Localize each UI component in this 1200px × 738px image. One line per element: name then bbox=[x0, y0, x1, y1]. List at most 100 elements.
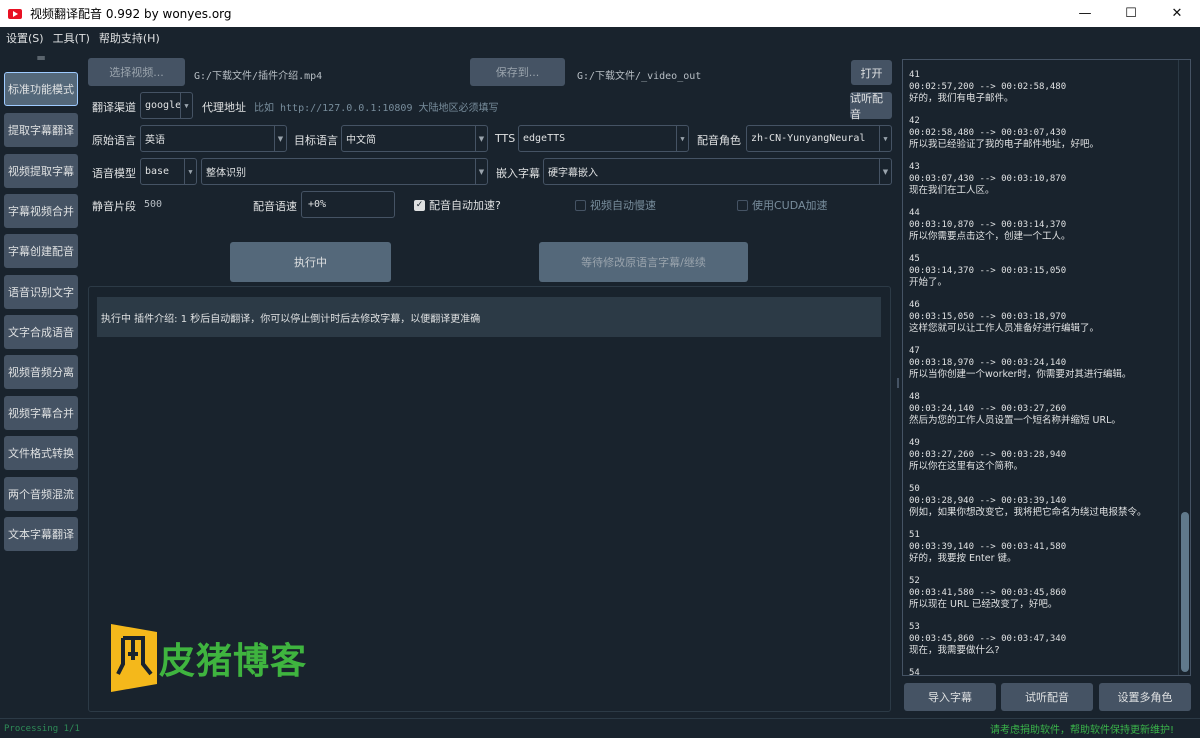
subtitle-idx: 51 bbox=[909, 530, 920, 540]
minimize-button[interactable]: — bbox=[1062, 0, 1108, 27]
auto-speed-checkbox[interactable]: ✓ 配音自动加速? bbox=[414, 197, 501, 213]
subtitle-entry: 53 00:03:45,860 --> 00:03:47,340 现在，我需要做什么… bbox=[909, 622, 1184, 657]
sidebar-item-extract-translate[interactable]: 提取字幕翻译 bbox=[4, 113, 78, 147]
sidebar-item-audio-mix[interactable]: 两个音频混流 bbox=[4, 477, 78, 511]
recognition-mode-select[interactable]: 整体识别 ▼ bbox=[201, 158, 488, 185]
target-language-select[interactable]: 中文简 ▼ bbox=[341, 125, 488, 152]
voice-role-label: 配音角色 bbox=[697, 134, 741, 147]
dub-speed-label: 配音语速 bbox=[253, 200, 297, 213]
dub-speed-input[interactable]: +0% bbox=[301, 191, 395, 218]
source-language-select[interactable]: 英语 ▼ bbox=[140, 125, 287, 152]
video-slow-checkbox[interactable]: 视频自动慢速 bbox=[575, 197, 656, 213]
save-path: G:/下载文件/_video_out bbox=[577, 71, 702, 82]
subtitle-time: 00:03:27,260 --> 00:03:28,940 bbox=[909, 449, 1067, 460]
panel-splitter[interactable] bbox=[895, 58, 901, 712]
sidebar-item-subs-video-merge[interactable]: 字幕视频合并 bbox=[4, 194, 78, 228]
sidebar-item-format-convert[interactable]: 文件格式转换 bbox=[4, 436, 78, 470]
subtitle-idx: 45 bbox=[909, 254, 920, 264]
subtitle-idx: 48 bbox=[909, 392, 920, 402]
chevron-down-icon: ▼ bbox=[879, 159, 891, 184]
subtitle-idx: 43 bbox=[909, 162, 920, 172]
silence-input[interactable]: 500 bbox=[144, 199, 162, 210]
sidebar-grip-icon[interactable]: ═ bbox=[0, 50, 82, 66]
video-slow-label: 视频自动慢速 bbox=[590, 199, 656, 212]
speech-model-select[interactable]: base ▼ bbox=[140, 158, 197, 185]
subtitle-entry: 47 00:03:18,970 --> 00:03:24,140 所以当你创建一个w… bbox=[909, 346, 1184, 381]
log-text: 执行中 插件介绍: 1 秒后自动翻译，你可以停止倒计时后去修改字幕，以便翻译更准… bbox=[101, 313, 481, 325]
menu-bar: 设置(S) 工具(T) 帮助支持(H) bbox=[0, 27, 1200, 49]
sidebar-item-text-to-speech[interactable]: 文字合成语音 bbox=[4, 315, 78, 349]
subtitle-text: 然后为您的工作人员设置一个短名称并缩短 URL。 bbox=[909, 415, 1121, 426]
voice-role-value: zh-CN-YunyangNeural bbox=[751, 133, 866, 144]
translate-channel-select[interactable]: google ▼ bbox=[140, 92, 193, 119]
proxy-input[interactable]: 比如 http://127.0.0.1:10809 大陆地区必须填写 bbox=[254, 99, 499, 114]
sidebar-item-video-extract-subs[interactable]: 视频提取字幕 bbox=[4, 154, 78, 188]
menu-help[interactable]: 帮助支持(H) bbox=[96, 30, 163, 46]
subtitle-idx: 41 bbox=[909, 70, 920, 80]
subtitle-entry: 50 00:03:28,940 --> 00:03:39,140 例如，如果你想改变… bbox=[909, 484, 1184, 519]
chevron-down-icon: ▼ bbox=[475, 126, 487, 151]
cuda-checkbox[interactable]: 使用CUDA加速 bbox=[737, 197, 828, 213]
subtitle-entry: 42 00:02:58,480 --> 00:03:07,430 所以我已经验证了我… bbox=[909, 116, 1184, 151]
select-video-button[interactable]: 选择视频... bbox=[88, 58, 185, 86]
maximize-button[interactable]: ☐ bbox=[1108, 0, 1154, 27]
chevron-down-icon: ▼ bbox=[879, 126, 891, 151]
subtitle-time: 00:03:10,870 --> 00:03:14,370 bbox=[909, 219, 1067, 230]
subtitle-text: 所以当你创建一个worker时，你需要对其进行编辑。 bbox=[909, 369, 1132, 380]
checkbox-empty-icon bbox=[575, 199, 586, 211]
auto-speed-label: 配音自动加速? bbox=[429, 199, 501, 212]
subtitle-idx: 44 bbox=[909, 208, 920, 218]
subtitle-idx: 53 bbox=[909, 622, 920, 632]
subtitle-scrollbar[interactable] bbox=[1178, 60, 1190, 675]
menu-settings[interactable]: 设置(S) bbox=[3, 30, 47, 46]
donate-link[interactable]: 请考虑捐助软件，帮助软件保持更新维护! bbox=[990, 721, 1174, 736]
sidebar-item-subs-create-dub[interactable]: 字幕创建配音 bbox=[4, 234, 78, 268]
voice-role-select[interactable]: zh-CN-YunyangNeural ▼ bbox=[746, 125, 892, 152]
translate-channel-label: 翻译渠道 bbox=[92, 101, 136, 114]
status-bar: Processing 1/1 请考虑捐助软件，帮助软件保持更新维护! bbox=[0, 718, 1200, 738]
sidebar-item-text-subs-translate[interactable]: 文本字幕翻译 bbox=[4, 517, 78, 551]
close-button[interactable]: ✕ bbox=[1154, 0, 1200, 27]
sidebar-item-speech-recognition[interactable]: 语音识别文字 bbox=[4, 275, 78, 309]
set-multi-role-button[interactable]: 设置多角色 bbox=[1099, 683, 1191, 711]
logo-text: 皮猪博客 bbox=[159, 641, 308, 682]
subtitle-time: 00:03:14,370 --> 00:03:15,050 bbox=[909, 265, 1067, 276]
video-path: G:/下载文件/插件介绍.mp4 bbox=[194, 71, 323, 82]
import-subtitle-button[interactable]: 导入字幕 bbox=[904, 683, 996, 711]
embed-subtitle-select[interactable]: 硬字幕嵌入 ▼ bbox=[543, 158, 892, 185]
embed-subtitle-value: 硬字幕嵌入 bbox=[548, 168, 598, 179]
preview-dub-bottom-button[interactable]: 试听配音 bbox=[1001, 683, 1093, 711]
target-language-label: 目标语言 bbox=[294, 134, 338, 147]
subtitle-editor[interactable]: 41 00:02:57,200 --> 00:02:58,480 好的，我们有电子邮… bbox=[902, 59, 1191, 676]
subtitle-text: 所以你在这里有这个简称。 bbox=[909, 461, 1024, 472]
continue-button[interactable]: 等待修改原语言字幕/继续 bbox=[539, 242, 748, 282]
subtitle-idx: 42 bbox=[909, 116, 920, 126]
checkbox-empty-icon bbox=[737, 199, 748, 211]
subtitle-entry: 49 00:03:27,260 --> 00:03:28,940 所以你在这里有这个… bbox=[909, 438, 1184, 473]
tts-select[interactable]: edgeTTS ▼ bbox=[518, 125, 689, 152]
subtitle-text: 所以现在 URL 已经改变了，好吧。 bbox=[909, 599, 1058, 610]
subtitle-entry: 43 00:03:07,430 --> 00:03:10,870 现在我们在工人区。 bbox=[909, 162, 1184, 197]
subtitle-time: 00:02:57,200 --> 00:02:58,480 bbox=[909, 81, 1067, 92]
save-to-button[interactable]: 保存到... bbox=[470, 58, 565, 86]
open-folder-button[interactable]: 打开 bbox=[851, 60, 892, 85]
subtitle-time: 00:03:24,140 --> 00:03:27,260 bbox=[909, 403, 1067, 414]
subtitle-entry: 51 00:03:39,140 --> 00:03:41,580 好的，我要按 En… bbox=[909, 530, 1184, 565]
subtitle-text: 现在，我需要做什么? bbox=[909, 645, 1000, 656]
speech-model-value: base bbox=[145, 166, 170, 177]
subtitle-time: 00:03:15,050 --> 00:03:18,970 bbox=[909, 311, 1067, 322]
run-button[interactable]: 执行中 bbox=[230, 242, 391, 282]
silence-label: 静音片段 bbox=[92, 200, 136, 213]
scrollbar-thumb[interactable] bbox=[1181, 512, 1189, 672]
subtitle-text: 例如，如果你想改变它，我将把它命名为绕过电报禁令。 bbox=[909, 507, 1147, 518]
log-line: 执行中 插件介绍: 1 秒后自动翻译，你可以停止倒计时后去修改字幕，以便翻译更准… bbox=[97, 297, 881, 337]
watermark-logo: 皮猪博客 bbox=[111, 624, 307, 692]
preview-dub-button[interactable]: 试听配音 bbox=[850, 92, 892, 121]
menu-tools[interactable]: 工具(T) bbox=[50, 30, 93, 46]
checkmark-icon: ✓ bbox=[414, 199, 425, 211]
subtitle-idx: 52 bbox=[909, 576, 920, 586]
sidebar-item-video-subs-merge[interactable]: 视频字幕合并 bbox=[4, 396, 78, 430]
sidebar-item-video-audio-split[interactable]: 视频音频分离 bbox=[4, 355, 78, 389]
sidebar-item-standard-mode[interactable]: 标准功能模式 bbox=[4, 72, 78, 106]
subtitle-text: 所以你需要点击这个，创建一个工人。 bbox=[909, 231, 1071, 242]
